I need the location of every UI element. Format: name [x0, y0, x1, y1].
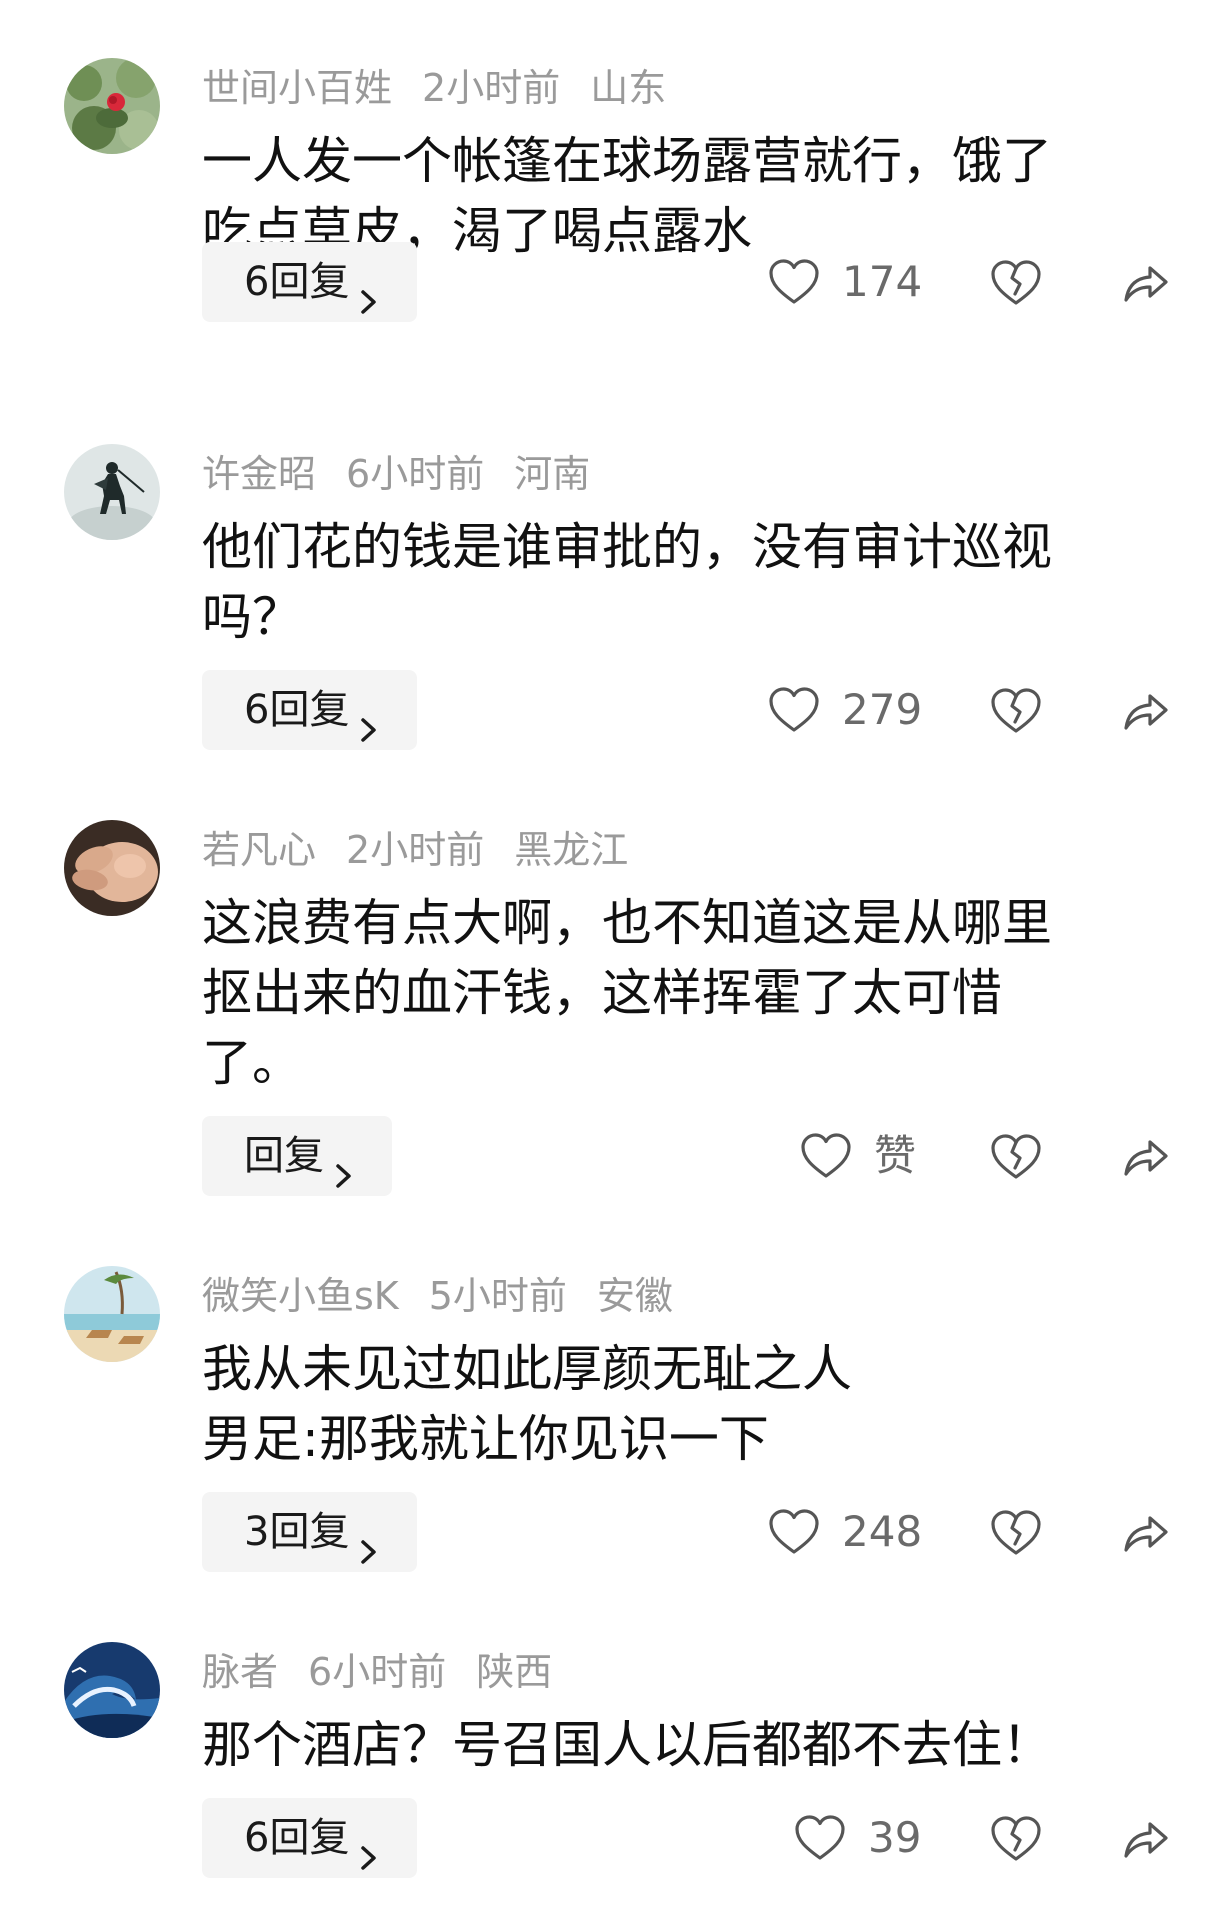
heart-outline-icon: [800, 1132, 852, 1180]
comment-meta: 许金昭 6小时前 河南: [202, 450, 620, 498]
comment-text: 他们花的钱是谁审批的，没有审计巡视 吗？: [202, 518, 1052, 646]
avatar[interactable]: [64, 820, 160, 916]
baby-hand-avatar-icon: [64, 820, 160, 916]
like-count: 248: [842, 1507, 923, 1556]
like-button[interactable]: 279: [768, 670, 922, 750]
share-arrow-icon: [1120, 1130, 1172, 1182]
share-arrow-icon: [1120, 684, 1172, 736]
broken-heart-icon: [990, 684, 1042, 736]
username[interactable]: 世间小百姓: [202, 66, 392, 110]
dislike-button[interactable]: [990, 1812, 1042, 1864]
horse-rider-avatar-icon: [64, 444, 160, 540]
broken-heart-icon: [990, 256, 1042, 308]
like-count: 174: [842, 257, 923, 306]
avatar[interactable]: [64, 1642, 160, 1738]
comment-text: 这浪费有点大啊，也不知道这是从哪里 抠出来的血汗钱，这样挥霍了太可惜 了。: [202, 894, 1052, 1092]
share-arrow-icon: [1120, 1506, 1172, 1558]
share-button[interactable]: [1120, 684, 1172, 736]
broken-heart-icon: [990, 1506, 1042, 1558]
like-button[interactable]: 赞: [800, 1116, 916, 1196]
username[interactable]: 脉者: [202, 1650, 278, 1694]
comment-actions: 279: [0, 670, 1228, 750]
rose-flower-avatar-icon: [64, 58, 160, 154]
avatar[interactable]: [64, 444, 160, 540]
timestamp: 2小时前: [346, 828, 485, 872]
location: 安徽: [596, 1274, 673, 1318]
heart-outline-icon: [768, 686, 820, 734]
timestamp: 6小时前: [308, 1650, 447, 1694]
timestamp: 6小时前: [346, 452, 485, 496]
comment-meta: 脉者 6小时前 陕西: [202, 1648, 582, 1696]
dislike-button[interactable]: [990, 1130, 1042, 1182]
share-arrow-icon: [1120, 1812, 1172, 1864]
share-button[interactable]: [1120, 1506, 1172, 1558]
comment-actions: 39: [0, 1798, 1228, 1878]
broken-heart-icon: [990, 1130, 1042, 1182]
location: 陕西: [476, 1650, 553, 1694]
comment-actions: 赞: [0, 1116, 1228, 1196]
share-button[interactable]: [1120, 1812, 1172, 1864]
comment-meta: 若凡心 2小时前 黑龙江: [202, 826, 658, 874]
beach-chairs-avatar-icon: [64, 1266, 160, 1362]
username[interactable]: 微笑小鱼sK: [202, 1274, 399, 1318]
comment-actions: 174: [0, 242, 1228, 322]
comment-meta: 微笑小鱼sK 5小时前 安徽: [202, 1272, 703, 1320]
broken-heart-icon: [990, 1812, 1042, 1864]
dislike-button[interactable]: [990, 1506, 1042, 1558]
comment-actions: 248: [0, 1492, 1228, 1572]
dislike-button[interactable]: [990, 256, 1042, 308]
ocean-wave-avatar-icon: [64, 1642, 160, 1738]
timestamp: 5小时前: [428, 1274, 567, 1318]
like-button[interactable]: 174: [768, 242, 922, 322]
avatar[interactable]: [64, 58, 160, 154]
comment-meta: 世间小百姓 2小时前 山东: [202, 64, 696, 112]
share-button[interactable]: [1120, 256, 1172, 308]
share-button[interactable]: [1120, 1130, 1172, 1182]
comment-text: 我从未见过如此厚颜无耻之人 男足:那我就让你见识一下: [202, 1340, 852, 1468]
location: 河南: [514, 452, 591, 496]
like-button[interactable]: 248: [768, 1492, 922, 1572]
like-count: 39: [868, 1813, 922, 1862]
like-button[interactable]: 39: [794, 1798, 921, 1878]
location: 黑龙江: [514, 828, 629, 872]
like-count: 279: [842, 685, 923, 734]
share-arrow-icon: [1120, 256, 1172, 308]
location: 山东: [590, 66, 667, 110]
heart-outline-icon: [768, 1508, 820, 1556]
timestamp: 2小时前: [422, 66, 561, 110]
dislike-button[interactable]: [990, 684, 1042, 736]
username[interactable]: 若凡心: [202, 828, 316, 872]
username[interactable]: 许金昭: [202, 452, 316, 496]
avatar[interactable]: [64, 1266, 160, 1362]
comment-text: 那个酒店？号召国人以后都都不去住！: [202, 1716, 1052, 1774]
like-count: 赞: [874, 1131, 917, 1180]
heart-outline-icon: [768, 258, 820, 306]
heart-outline-icon: [794, 1814, 846, 1862]
